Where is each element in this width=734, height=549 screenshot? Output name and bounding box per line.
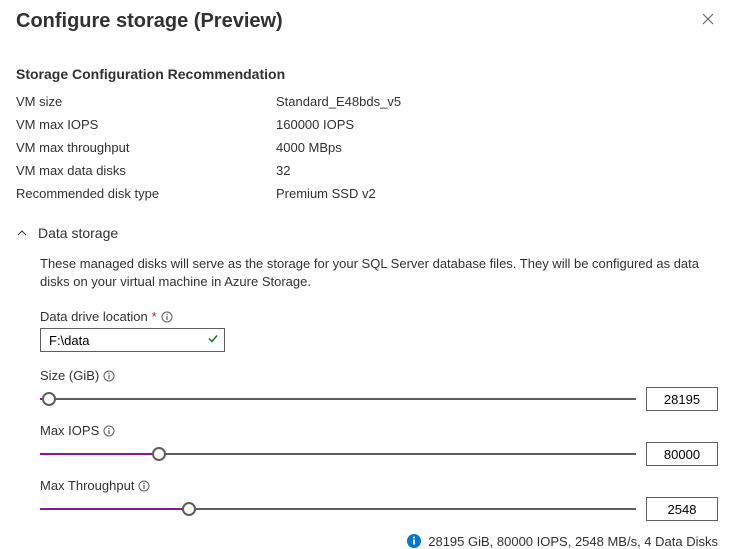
recommendation-section: Storage Configuration Recommendation VM … — [16, 66, 718, 201]
data-storage-body: These managed disks will serve as the st… — [16, 255, 718, 549]
info-icon[interactable] — [138, 480, 150, 492]
required-indicator: * — [152, 309, 157, 324]
data-storage-toggle[interactable]: Data storage — [16, 225, 718, 241]
slider-thumb[interactable] — [152, 447, 166, 461]
panel-header: Configure storage (Preview) — [16, 8, 718, 34]
recommendation-label: VM max throughput — [16, 140, 276, 155]
size-label: Size (GiB) — [40, 368, 718, 383]
data-storage-section: Data storage These managed disks will se… — [16, 225, 718, 549]
slider-thumb[interactable] — [42, 392, 56, 406]
throughput-value-input[interactable] — [646, 497, 718, 521]
size-slider[interactable] — [40, 387, 718, 411]
drive-location-label: Data drive location * — [40, 309, 718, 324]
close-icon[interactable] — [698, 8, 718, 34]
chevron-up-icon — [16, 227, 28, 239]
recommendation-value: 32 — [276, 163, 290, 178]
recommendation-title: Storage Configuration Recommendation — [16, 66, 718, 82]
recommendation-label: Recommended disk type — [16, 186, 276, 201]
recommendation-row: VM size Standard_E48bds_v5 — [16, 94, 718, 109]
recommendation-row: VM max IOPS 160000 IOPS — [16, 117, 718, 132]
recommendation-row: Recommended disk type Premium SSD v2 — [16, 186, 718, 201]
data-storage-description: These managed disks will serve as the st… — [40, 255, 718, 291]
iops-value-input[interactable] — [646, 442, 718, 466]
iops-label: Max IOPS — [40, 423, 718, 438]
info-icon[interactable] — [103, 425, 115, 437]
throughput-slider-row: Max Throughput — [40, 478, 718, 521]
iops-slider[interactable] — [40, 442, 718, 466]
slider-thumb[interactable] — [182, 502, 196, 516]
info-icon[interactable] — [161, 311, 173, 323]
recommendation-value: Standard_E48bds_v5 — [276, 94, 401, 109]
throughput-label: Max Throughput — [40, 478, 718, 493]
recommendation-label: VM max data disks — [16, 163, 276, 178]
iops-slider-row: Max IOPS — [40, 423, 718, 466]
checkmark-icon — [207, 333, 219, 348]
info-icon[interactable] — [103, 370, 115, 382]
drive-location-input-wrap — [40, 328, 225, 352]
recommendation-row: VM max data disks 32 — [16, 163, 718, 178]
recommendation-row: VM max throughput 4000 MBps — [16, 140, 718, 155]
data-storage-title: Data storage — [38, 225, 118, 241]
recommendation-value: 160000 IOPS — [276, 117, 354, 132]
throughput-slider[interactable] — [40, 497, 718, 521]
recommendation-label: VM size — [16, 94, 276, 109]
size-slider-row: Size (GiB) — [40, 368, 718, 411]
recommendation-value: 4000 MBps — [276, 140, 342, 155]
recommendation-label: VM max IOPS — [16, 117, 276, 132]
drive-location-input[interactable] — [40, 328, 225, 352]
page-title: Configure storage (Preview) — [16, 10, 283, 33]
size-value-input[interactable] — [646, 387, 718, 411]
recommendation-value: Premium SSD v2 — [276, 186, 376, 201]
